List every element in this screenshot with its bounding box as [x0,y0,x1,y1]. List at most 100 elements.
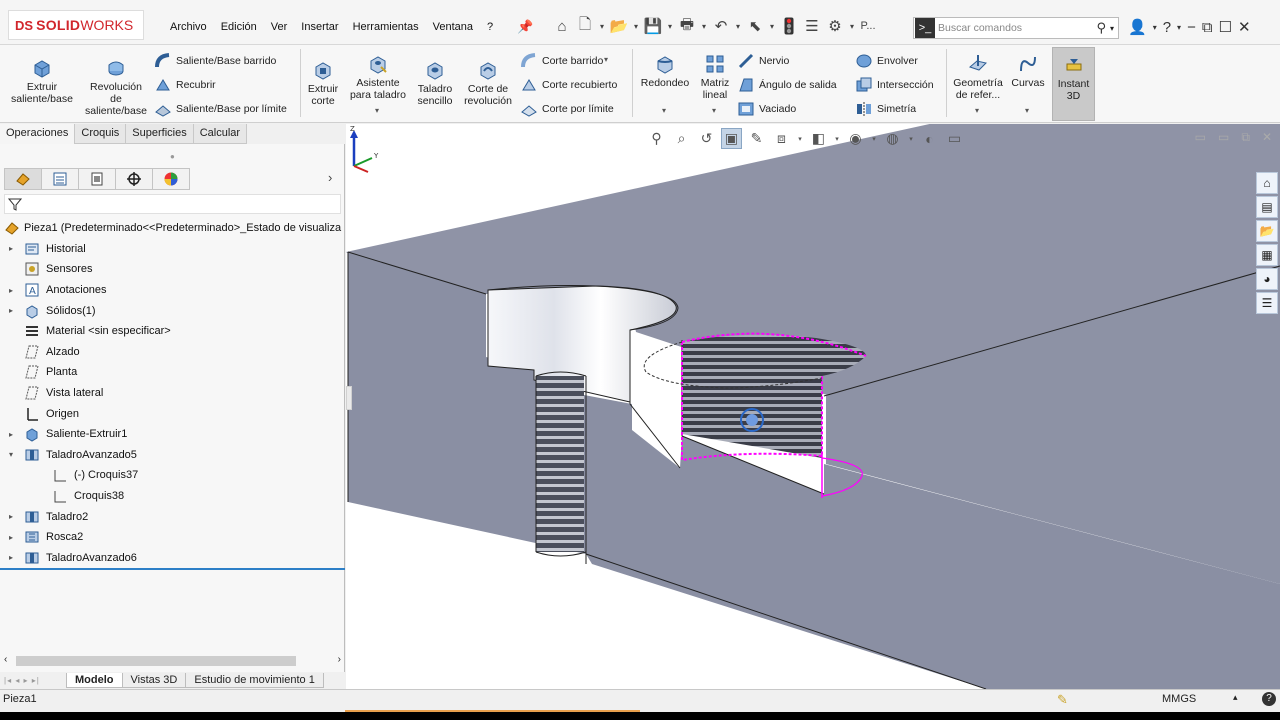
display-manager-tab-icon[interactable] [152,168,190,190]
menu-ver[interactable]: Ver [271,21,295,33]
instant3d-button[interactable]: Instant 3D [1052,47,1095,121]
hole-wizard-chevron-down-icon[interactable]: ▾ [375,106,379,115]
chevron-down-icon[interactable]: ▾ [1153,23,1157,32]
expand-arrow-icon[interactable]: ▸ [6,306,16,315]
tree-item[interactable]: Alzado [0,342,345,363]
custom-properties-icon[interactable]: ☰ [1256,292,1278,314]
expand-arrow-icon[interactable]: ▸ [6,512,16,521]
tree-item[interactable]: ▸ Historial [0,239,345,260]
close-icon[interactable]: ✕ [1238,18,1251,36]
tree-item[interactable]: ▸ A Anotaciones [0,280,345,301]
swept-boss-button[interactable]: Saliente/Base barrido [154,52,276,70]
tab-navigation-icons[interactable]: |◂ ◂ ▸ ▸| [0,676,66,685]
scroll-right-icon[interactable]: › [338,654,341,665]
new-document-icon[interactable]: 🗋 [575,16,595,36]
tree-item[interactable]: Croquis38 [0,486,345,507]
chevron-down-icon[interactable]: ▾ [833,128,841,149]
expand-arrow-icon[interactable]: ▸ [6,244,16,253]
view-orientation-icon[interactable]: ⧈ [771,128,792,149]
menu-ventana[interactable]: Ventana [433,21,480,33]
home-icon[interactable]: ⌂ [552,16,572,36]
dynamic-annotation-icon[interactable]: ✎ [746,128,767,149]
options-gear-icon[interactable]: ⚙ [825,16,845,36]
user-icon[interactable]: 👤 [1128,18,1147,36]
chevron-down-icon[interactable]: ▾ [907,128,915,149]
rebuild-traffic-light-icon[interactable] [779,16,799,36]
chevron-down-icon[interactable]: ▾ [768,22,776,31]
minimize-icon[interactable]: − [1187,19,1196,36]
tree-item[interactable]: ▾ TaladroAvanzado5 [0,445,345,466]
expand-arrow-icon[interactable]: ▸ [6,553,16,562]
extrude-boss-button[interactable]: Extruir saliente/base [8,57,76,105]
units-selector[interactable]: MMGS [1162,693,1196,705]
chevron-down-icon[interactable]: ▾ [1110,24,1114,33]
viewport-minimize-icon[interactable]: ▭ [1195,130,1206,145]
boundary-cut-button[interactable]: Corte por límite [520,100,614,118]
print-icon[interactable]: 🖶 [677,16,697,36]
solidworks-resources-icon[interactable]: ⌂ [1256,172,1278,194]
tree-item[interactable]: ▸ Sólidos(1) [0,300,345,321]
pattern-chevron-down-icon[interactable]: ▾ [712,106,716,115]
zoom-to-fit-icon[interactable]: ⚲ [646,128,667,149]
search-icon[interactable]: ⚲ [1096,20,1106,36]
mirror-button[interactable]: Simetría [855,100,916,118]
linear-pattern-button[interactable]: Matriz lineal [696,53,734,101]
curves-button[interactable]: Curvas [1010,53,1046,89]
panel-collapse-handle[interactable] [346,386,352,410]
fillet-chevron-down-icon[interactable]: ▾ [662,106,666,115]
rebuild-edit-icon[interactable]: ✎ [1057,692,1068,708]
shell-button[interactable]: Vaciado [737,100,796,118]
appearances-scenes-icon[interactable]: ◕ [1256,268,1278,290]
tree-item[interactable]: (-) Croquis37 [0,465,345,486]
menu-help[interactable]: ? [487,21,500,33]
property-manager-tab-icon[interactable] [41,168,79,190]
extrude-cut-button[interactable]: Extruir corte [304,59,342,107]
chevron-down-icon[interactable]: ▾ [598,22,606,31]
loft-boss-button[interactable]: Recubrir [154,76,216,94]
tree-item[interactable]: ▸ Taladro2 [0,506,345,527]
viewport-close-icon[interactable]: ✕ [1262,130,1272,145]
zoom-to-area-icon[interactable]: ⌕ [671,128,692,149]
fillet-button[interactable]: Redondeo [638,53,692,89]
chevron-down-icon[interactable]: ▾ [848,22,856,31]
collapse-arrow-icon[interactable]: ▾ [6,450,16,459]
viewport-restore-icon[interactable]: ▭ [1218,130,1229,145]
command-search-box[interactable]: >_ Buscar comandos ⚲ ▾ [913,17,1119,39]
curves-chevron-down-icon[interactable]: ▾ [1025,106,1029,115]
chevron-down-icon[interactable]: ▾ [796,128,804,149]
feature-manager-tab-icon[interactable] [4,168,42,190]
lofted-cut-button[interactable]: Corte recubierto [520,76,617,94]
tree-item[interactable]: Pieza1 (Predeterminado<<Predeterminado>_… [0,218,345,239]
hide-show-items-icon[interactable]: ◉ [845,128,866,149]
panel-grip-icon[interactable]: ● [170,152,175,161]
swept-cut-chevron-down-icon[interactable]: ▾ [604,55,608,64]
section-view-icon[interactable]: ▣ [721,128,742,149]
menu-archivo[interactable]: Archivo [170,21,214,33]
view-palette-icon[interactable]: ▦ [1256,244,1278,266]
model-view[interactable] [346,124,1280,689]
tree-item[interactable]: Material <sin especificar> [0,321,345,342]
threaded-hole-left[interactable] [536,376,584,552]
tab-superficies[interactable]: Superficies [126,124,194,144]
undo-icon[interactable]: ↶ [711,16,731,36]
scrollbar-thumb[interactable] [16,656,296,666]
revolve-boss-button[interactable]: Revolución de saliente/base [82,57,150,117]
menu-insertar[interactable]: Insertar [301,21,345,33]
restore-icon[interactable]: ⧉ [1202,19,1213,36]
file-properties-icon[interactable]: ☰ [802,16,822,36]
wrap-button[interactable]: Envolver [855,52,918,70]
expand-arrow-icon[interactable]: ▸ [6,286,16,295]
intersect-button[interactable]: Intersección [855,76,934,94]
chevron-down-icon[interactable]: ▾ [632,22,640,31]
menu-herramientas[interactable]: Herramientas [353,21,426,33]
simple-hole-button[interactable]: Taladro sencillo [414,59,456,107]
rib-button[interactable]: Nervio [737,52,789,70]
pin-menu-icon[interactable]: 📌 [517,19,533,35]
solidworks-logo[interactable]: DS SOLID WORKS [8,10,144,40]
design-library-icon[interactable]: ▤ [1256,196,1278,218]
boundary-boss-button[interactable]: Saliente/Base por límite [154,100,287,118]
chevron-down-icon[interactable]: ▾ [666,22,674,31]
tree-item[interactable]: ▸ Rosca2 [0,527,345,548]
chevron-down-icon[interactable]: ▾ [734,22,742,31]
file-explorer-icon[interactable]: 📂 [1256,220,1278,242]
